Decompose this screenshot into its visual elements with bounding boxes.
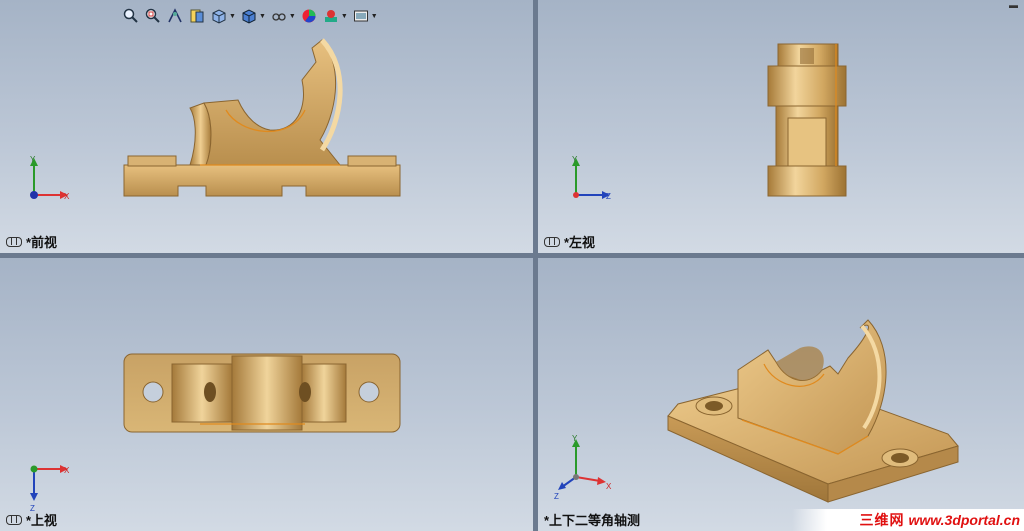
viewport-top[interactable]: Z X *上视 — [0, 258, 533, 531]
axis-x-label: X — [64, 466, 70, 475]
link-view-icon[interactable] — [544, 236, 560, 247]
view-label-left[interactable]: *左视 — [544, 232, 595, 251]
watermark-cn-text: 三维网 — [859, 512, 905, 528]
front-view-model[interactable] — [0, 0, 533, 253]
axis-y-label: Y — [572, 155, 578, 164]
view-label-front[interactable]: *前视 — [6, 232, 57, 251]
viewport-front[interactable]: ▼ ▼ ▼ ▼ ▼ Y X *前视 — [0, 0, 533, 253]
axis-x-label: X — [606, 482, 612, 491]
axis-x-label: X — [64, 192, 70, 201]
link-view-icon[interactable] — [6, 236, 22, 247]
axis-y-label: Y — [30, 155, 36, 164]
view-label-isometric[interactable]: *上下二等角轴测 — [544, 510, 640, 529]
viewport-left[interactable]: ▬ Y Z *左视 — [538, 0, 1024, 253]
axis-y-label: Y — [572, 434, 578, 443]
watermark-url-text: www.3dportal.cn — [908, 512, 1021, 528]
triad-axes-icon: Y X Z — [554, 434, 612, 501]
axis-z-label: Z — [606, 192, 611, 201]
site-watermark: 三维网 www.3dportal.cn — [792, 509, 1024, 531]
graphics-area[interactable]: ▼ ▼ ▼ ▼ ▼ Y X *前视 ▬ Y Z *左视 Z X *上视 Y X … — [0, 0, 1024, 531]
viewport-isometric[interactable]: Y X Z *上下二等角轴测 三维网 www.3dportal.cn — [538, 258, 1024, 531]
link-view-icon[interactable] — [6, 514, 22, 525]
axis-z-label: Z — [554, 492, 559, 501]
left-view-model[interactable] — [538, 0, 1024, 253]
triad-axes-icon: Y X — [30, 155, 70, 201]
triad-axes-icon: Y Z — [572, 155, 611, 201]
view-label-top[interactable]: *上视 — [6, 510, 57, 529]
triad-axes-icon: Z X — [30, 465, 70, 513]
